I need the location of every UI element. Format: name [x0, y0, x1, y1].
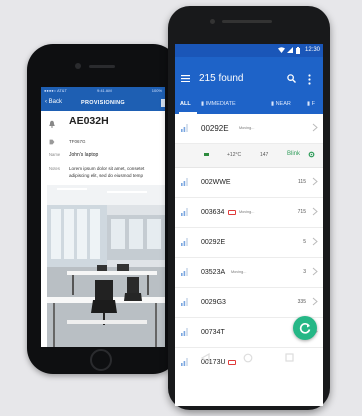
- chevron-right-icon: [312, 123, 318, 132]
- notes-line: adipiscing elit, sed do eiusmod temp: [69, 172, 144, 178]
- device-value: 5: [303, 239, 306, 245]
- front-camera: [210, 19, 215, 24]
- iphone-device: ●●●●○ AT&T 9:41 AM 100% ‹ Back PROVISION…: [27, 44, 179, 374]
- signal-strength-icon: [181, 178, 188, 186]
- nav-action-edge[interactable]: [161, 99, 165, 107]
- gear-icon[interactable]: [308, 151, 315, 158]
- wifi-icon: [278, 47, 285, 53]
- android-status-bar: 12:30: [175, 44, 323, 57]
- device-name: 003634: [201, 209, 225, 216]
- android-nav-bar: [175, 341, 323, 378]
- tab-all[interactable]: ALL: [180, 100, 191, 108]
- notes-text[interactable]: Lorem ipsum dolor sit amet, consetet adi…: [69, 166, 165, 179]
- search-icon[interactable]: [287, 74, 296, 83]
- chevron-right-icon: [312, 237, 318, 246]
- menu-icon[interactable]: [181, 75, 190, 82]
- device-name: 0029G3: [201, 299, 226, 306]
- device-value: 115: [298, 179, 306, 185]
- blink-button[interactable]: Blink: [287, 150, 300, 158]
- front-camera: [75, 63, 81, 69]
- earpiece: [222, 20, 272, 23]
- filter-tabs: ALL ▮ IMMEDIATE ▮ NEAR ▮ F: [175, 94, 323, 114]
- device-detail-panel: +12°C 147 Blink: [175, 144, 323, 168]
- earpiece: [89, 65, 115, 68]
- battery-text: 100%: [151, 88, 162, 93]
- device-tag: TF067G: [69, 139, 86, 144]
- results-count-title: 215 found: [199, 73, 244, 84]
- status-time: 12:30: [304, 47, 320, 53]
- status-time: 9:41 AM: [97, 88, 112, 93]
- device-row[interactable]: 003634 Moving... 715: [175, 198, 323, 228]
- signal-icon: [287, 47, 293, 53]
- device-value: 335: [297, 299, 306, 305]
- chevron-right-icon: [312, 267, 318, 276]
- device-status: Moving...: [231, 270, 247, 274]
- alert-badge-icon: [228, 210, 236, 215]
- signal-bars-icon: ▮: [201, 101, 205, 107]
- chevron-right-icon: [312, 207, 318, 216]
- tab-label: NEAR: [275, 101, 291, 107]
- ios-navigation-bar: ‹ Back PROVISIONING: [41, 94, 165, 111]
- android-device: 12:30 215 found ALL ▮ IMMEDIATE ▮ NEAR ▮…: [168, 6, 330, 410]
- device-row[interactable]: 002WWE 115: [175, 168, 323, 198]
- device-name: 00292E: [201, 239, 226, 246]
- nav-title: PROVISIONING: [81, 100, 125, 106]
- battery-status-icon: [204, 153, 209, 156]
- recents-square-icon[interactable]: [285, 353, 294, 362]
- battery-icon: [296, 47, 300, 54]
- tab-near[interactable]: ▮ NEAR: [271, 100, 291, 108]
- signal-strength-icon: [181, 208, 188, 216]
- device-name: 002WWE: [201, 179, 231, 186]
- signal-bars-icon: ▮: [271, 101, 275, 107]
- bell-icon: [49, 120, 55, 128]
- device-id: AE032H: [69, 115, 109, 127]
- signal-bars-icon: ▮: [307, 101, 311, 107]
- signal-strength-icon: [181, 298, 188, 306]
- notes-label: Notes: [49, 166, 60, 171]
- iphone-screen: ●●●●○ AT&T 9:41 AM 100% ‹ Back PROVISION…: [41, 87, 165, 347]
- device-value: 715: [297, 209, 306, 215]
- refresh-icon: [299, 323, 311, 334]
- device-status: Moving...: [239, 210, 255, 214]
- home-button[interactable]: [90, 349, 112, 371]
- signal-strength-icon: [181, 268, 188, 276]
- name-value[interactable]: John's laptop: [69, 152, 98, 158]
- device-row[interactable]: 00292E 5: [175, 228, 323, 258]
- device-row[interactable]: 0029G3 335: [175, 288, 323, 318]
- device-name: 03523A: [201, 269, 226, 276]
- refresh-button[interactable]: [293, 316, 317, 340]
- signal-strength-icon: [181, 328, 188, 336]
- device-name: 00734T: [201, 329, 225, 336]
- carrier-text: ●●●●○ AT&T: [44, 88, 67, 93]
- temperature-value: +12°C: [227, 152, 242, 158]
- tab-label: IMMEDIATE: [205, 101, 236, 107]
- tab-immediate[interactable]: ▮ IMMEDIATE: [201, 100, 236, 108]
- ios-status-bar: ●●●●○ AT&T 9:41 AM 100%: [41, 87, 165, 94]
- tab-label: F: [311, 101, 315, 107]
- device-row[interactable]: 00292E Moving...: [175, 114, 323, 144]
- home-circle-icon[interactable]: [243, 353, 253, 363]
- more-vert-icon[interactable]: [308, 74, 311, 85]
- reading-value: 147: [260, 152, 269, 158]
- name-label: Name: [49, 152, 61, 157]
- device-status: Moving...: [239, 126, 255, 130]
- chevron-right-icon: [312, 297, 318, 306]
- chevron-right-icon: [312, 177, 318, 186]
- device-value: 3: [303, 269, 306, 275]
- back-triangle-icon[interactable]: [201, 353, 210, 363]
- signal-strength-icon: [181, 124, 188, 132]
- device-name: 00292E: [201, 124, 229, 133]
- device-row[interactable]: 03523A Moving... 3: [175, 258, 323, 288]
- app-bar: 215 found: [175, 57, 323, 94]
- signal-strength-icon: [181, 238, 188, 246]
- office-photo: [47, 185, 165, 347]
- tab-far[interactable]: ▮ F: [307, 100, 315, 108]
- tag-icon: [49, 139, 55, 145]
